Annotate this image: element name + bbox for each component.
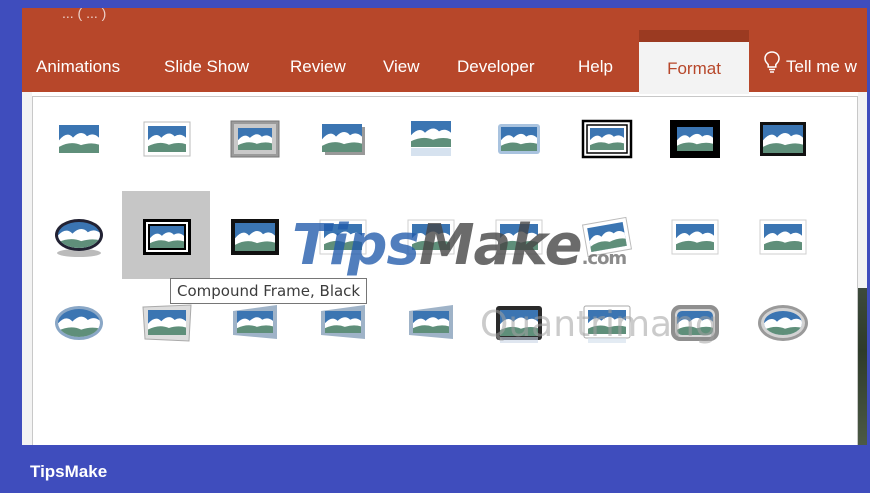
tab-slide-show[interactable]: Slide Show xyxy=(164,46,249,92)
picture-style-metal-frame[interactable] xyxy=(210,93,298,181)
slide-photo-edge xyxy=(858,288,867,445)
picture-style-thumbnail xyxy=(319,219,367,255)
style-tooltip: Compound Frame, Black xyxy=(170,278,368,304)
picture-style-thumbnail xyxy=(55,306,103,340)
picture-style-thumbnail xyxy=(581,119,633,159)
picture-style-thumbnail xyxy=(142,304,192,342)
picture-style-thumbnail xyxy=(758,305,808,341)
picture-style-snip-diagonal-corner-white[interactable] xyxy=(386,191,474,279)
tab-developer[interactable]: Developer xyxy=(457,46,535,92)
picture-style-metal-rounded-rectangle[interactable] xyxy=(650,277,738,365)
picture-style-relaxed-perspective-white[interactable] xyxy=(738,191,826,279)
picture-style-thumbnail xyxy=(670,120,720,158)
picture-style-thumbnail xyxy=(143,121,191,157)
picture-style-double-frame-black[interactable] xyxy=(562,93,650,181)
picture-style-thumbnail xyxy=(495,219,543,255)
picture-style-thumbnail xyxy=(409,305,453,339)
picture-style-thumbnail xyxy=(321,305,365,339)
picture-style-compound-frame-black[interactable] xyxy=(122,191,210,279)
picture-style-thumbnail xyxy=(55,219,103,257)
picture-style-beveled-oval-black[interactable] xyxy=(34,191,122,279)
picture-style-thumbnail xyxy=(230,120,280,158)
picture-style-rotated-white[interactable] xyxy=(562,191,650,279)
picture-style-thumbnail xyxy=(671,219,719,255)
picture-style-beveled-matte-white[interactable] xyxy=(122,93,210,181)
window-title: ... ( ... ) xyxy=(62,8,107,21)
footer-brand: TipsMake xyxy=(30,462,108,481)
ribbon: ... ( ... ) Animations Slide Show Review… xyxy=(22,8,867,94)
tell-me-label: Tell me w xyxy=(786,57,857,76)
ribbon-tabs: Animations Slide Show Review View Develo… xyxy=(22,42,867,94)
picture-style-thumbnail xyxy=(581,216,633,258)
slide-area-left xyxy=(22,92,32,445)
picture-style-moderate-frame-white[interactable] xyxy=(474,191,562,279)
tab-help[interactable]: Help xyxy=(578,46,613,92)
tell-me-search[interactable]: Tell me w xyxy=(764,46,857,92)
picture-style-thumbnail xyxy=(231,219,279,255)
picture-style-thumbnail xyxy=(760,122,806,156)
picture-style-thumbnail xyxy=(322,124,365,155)
picture-style-reflected-bevel-white[interactable] xyxy=(562,277,650,365)
tab-format[interactable]: Format xyxy=(639,42,749,94)
powerpoint-window: ... ( ... ) Animations Slide Show Review… xyxy=(22,8,867,445)
picture-style-thumbnail xyxy=(671,305,719,341)
picture-style-thumbnail xyxy=(233,305,277,339)
picture-style-thumbnail xyxy=(498,124,540,154)
lightbulb-icon xyxy=(764,47,780,89)
picture-style-thick-matte-black[interactable] xyxy=(650,93,738,181)
picture-style-reflected-rounded-rectangle[interactable] xyxy=(386,93,474,181)
picture-style-thumbnail xyxy=(411,121,451,156)
tab-review[interactable]: Review xyxy=(290,46,346,92)
picture-style-center-shadow-rectangle[interactable] xyxy=(210,191,298,279)
picture-style-thumbnail xyxy=(496,306,542,343)
picture-style-thumbnail xyxy=(59,125,99,153)
picture-style-bevel-perspective-left-white[interactable] xyxy=(386,277,474,365)
picture-style-simple-frame-black[interactable] xyxy=(738,93,826,181)
picture-style-perspective-shadow-white[interactable] xyxy=(650,191,738,279)
picture-style-thumbnail xyxy=(583,305,631,343)
picture-style-thumbnail xyxy=(143,219,191,255)
tab-view[interactable]: View xyxy=(383,46,420,92)
slide-area-right xyxy=(858,92,867,445)
picture-style-drop-shadow-rectangle[interactable] xyxy=(298,93,386,181)
picture-style-simple-frame-white[interactable] xyxy=(34,93,122,181)
picture-style-reflected-bevel-black[interactable] xyxy=(474,277,562,365)
tab-animations[interactable]: Animations xyxy=(36,46,120,92)
picture-style-rounded-diagonal-corner-white[interactable] xyxy=(298,191,386,279)
picture-style-thumbnail xyxy=(759,219,807,255)
picture-style-metal-oval[interactable] xyxy=(738,277,826,365)
picture-style-thumbnail xyxy=(407,219,455,255)
picture-styles-gallery xyxy=(32,96,858,445)
picture-style-soft-edge-rectangle[interactable] xyxy=(474,93,562,181)
picture-style-soft-edge-oval[interactable] xyxy=(34,277,122,365)
